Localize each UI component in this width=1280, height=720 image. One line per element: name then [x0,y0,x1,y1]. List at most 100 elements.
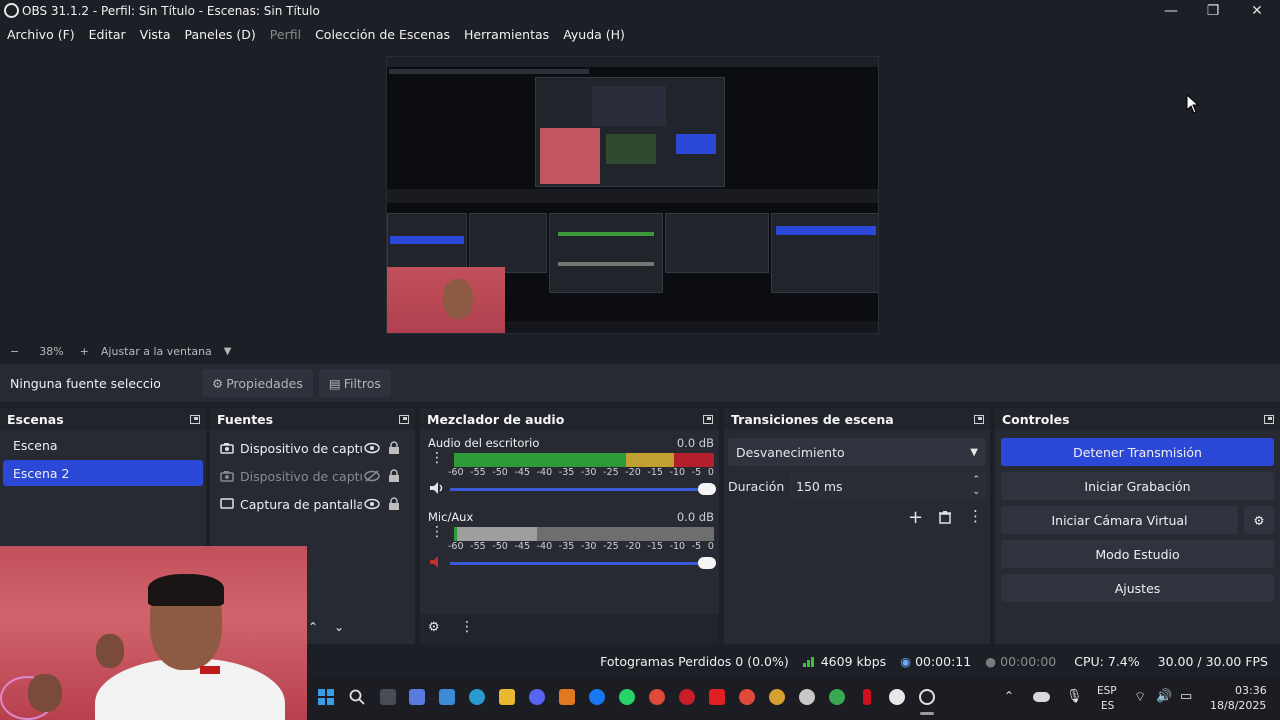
menu-perfil[interactable]: Perfil [270,27,301,42]
speaker-icon[interactable] [428,480,446,496]
advanced-audio-icon[interactable]: ⚙ [428,620,440,635]
eye-icon[interactable] [364,498,380,510]
transition-select[interactable]: Desvanecimiento ▼ [728,438,986,466]
dropped-frames: Fotogramas Perdidos 0 (0.0%) [600,653,789,669]
transition-menu-icon[interactable]: ⋮ [968,507,983,525]
preview-canvas[interactable] [386,56,879,334]
menu-coleccion[interactable]: Colección de Escenas [315,27,450,42]
menu-editar[interactable]: Editar [89,27,126,42]
stop-streaming-button[interactable]: Detener Transmisión [1001,438,1274,466]
source-row[interactable]: Dispositivo de captura [210,434,415,462]
filters-button[interactable]: ▤ Filtros [318,369,391,397]
app-orange-icon[interactable] [559,689,575,705]
clock-time[interactable]: 03:36 [1235,684,1267,697]
move-down-icon[interactable]: ⌄ [334,620,344,634]
studio-mode-button[interactable]: Modo Estudio [1001,540,1274,568]
undock-icon[interactable] [1264,414,1274,424]
obs-logo-icon [4,3,19,18]
chevron-up-icon[interactable]: ⌃ [1004,689,1014,703]
chrome-profile-icon[interactable] [769,689,785,705]
start-virtual-camera-button[interactable]: Iniciar Cámara Virtual [1001,506,1238,534]
cpu-usage: CPU: 7.4% [1074,653,1140,669]
duration-spinbox[interactable]: 150 ms ⌃ ⌄ [790,472,986,500]
track-menu-icon[interactable]: ⋮ [430,524,444,540]
trash-icon[interactable] [938,510,952,524]
add-transition-icon[interactable]: + [908,507,923,528]
spin-arrows-icon[interactable]: ⌃ ⌄ [972,474,980,498]
zoom-out-button[interactable]: − [10,345,19,358]
windows-start-icon[interactable] [318,689,334,705]
obs-taskbar-icon[interactable] [919,689,935,705]
opera-icon[interactable] [679,689,695,705]
undock-icon[interactable] [703,414,713,424]
edge-icon[interactable] [469,689,485,705]
onedrive-cloud-icon[interactable] [1033,692,1050,702]
filter-icon: ▤ [328,375,341,391]
lock-icon[interactable] [388,497,400,511]
search-icon[interactable] [349,689,365,705]
lang-top[interactable]: ESP [1097,685,1117,697]
move-up-icon[interactable]: ⌃ [308,620,318,634]
task-view-icon[interactable] [380,689,396,705]
netflix-icon[interactable] [863,689,871,705]
properties-button[interactable]: ⚙ Propiedades [202,369,313,397]
chrome-icon[interactable] [739,689,755,705]
undock-icon[interactable] [190,414,200,424]
volume-slider[interactable] [450,557,716,569]
eye-hidden-icon[interactable] [364,470,380,482]
store-icon[interactable] [439,689,455,705]
scene-item[interactable]: Escena [3,432,203,458]
whatsapp-icon[interactable] [619,689,635,705]
menu-ayuda[interactable]: Ayuda (H) [563,27,625,42]
microphone-icon[interactable]: 🎙 [1066,689,1083,704]
menu-herramientas[interactable]: Herramientas [464,27,549,42]
eye-icon[interactable] [364,442,380,454]
chrome-profile-icon[interactable] [799,689,815,705]
zoom-dropdown-icon[interactable]: ▼ [224,346,232,357]
copilot-icon[interactable] [409,689,425,705]
settings-button[interactable]: Ajustes [1001,574,1274,602]
chrome-icon[interactable] [649,689,665,705]
fit-window-button[interactable]: Ajustar a la ventana [101,345,212,358]
file-explorer-icon[interactable] [499,689,515,705]
zoom-in-button[interactable]: + [80,345,89,358]
fps: 30.00 / 30.00 FPS [1157,653,1268,669]
person-background [96,634,124,668]
volume-slider-knob[interactable] [698,483,716,495]
source-row[interactable]: Captura de pantalla [210,490,415,518]
lang-bottom[interactable]: ES [1101,700,1114,712]
no-source-label: Ninguna fuente seleccionada [10,375,160,391]
close-button[interactable]: ✕ [1236,0,1278,22]
undock-icon[interactable] [974,414,984,424]
volume-meter [454,527,714,541]
minimize-button[interactable]: — [1150,0,1192,22]
source-row-hidden[interactable]: Dispositivo de captura [210,462,415,490]
facebook-icon[interactable] [589,689,605,705]
volume-slider[interactable] [450,483,716,495]
volume-icon[interactable]: 🔊 [1156,689,1172,704]
restore-button[interactable]: ❐ [1192,0,1234,22]
menu-archivo[interactable]: Archivo (F) [7,27,75,42]
app-white-icon[interactable] [889,689,905,705]
youtube-icon[interactable] [709,689,725,705]
menu-vista[interactable]: Vista [140,27,171,42]
shirt-logo [200,666,220,674]
volume-meter [454,453,714,467]
track-menu-icon[interactable]: ⋮ [430,450,444,466]
wifi-icon[interactable]: ⌔ [1134,689,1146,705]
clock-date[interactable]: 18/8/2025 [1210,699,1266,712]
mixer-menu-icon[interactable]: ⋮ [460,619,474,635]
undock-icon[interactable] [399,414,409,424]
menu-paneles[interactable]: Paneles (D) [185,27,256,42]
scene-item-active[interactable]: Escena 2 [3,460,203,486]
discord-icon[interactable] [529,689,545,705]
volume-slider-knob[interactable] [698,557,716,569]
muted-speaker-icon[interactable] [428,554,446,570]
chrome-profile-icon[interactable] [829,689,845,705]
lock-icon[interactable] [388,469,400,483]
start-recording-button[interactable]: Iniciar Grabación [1001,472,1274,500]
status-bar: Fotogramas Perdidos 0 (0.0%) 4609 kbps ◉… [307,648,1280,674]
lock-icon[interactable] [388,441,400,455]
battery-icon[interactable]: ▭ [1180,689,1192,704]
virtual-camera-settings-icon[interactable]: ⚙ [1244,506,1274,534]
